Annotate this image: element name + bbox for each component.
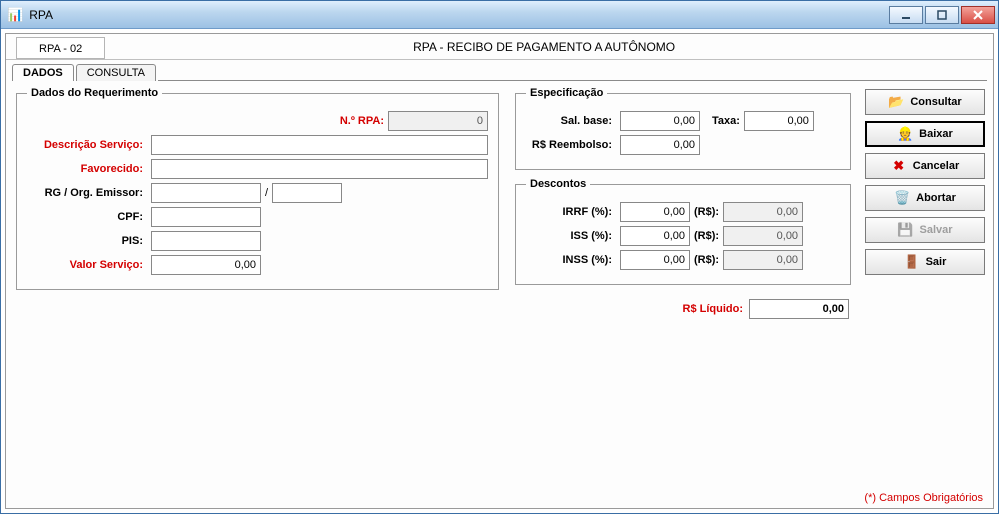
label-pis: PIS: (27, 235, 147, 247)
label-liquido: R$ Líquido: (683, 303, 744, 315)
close-button[interactable] (961, 6, 995, 24)
input-rg[interactable] (151, 183, 261, 203)
save-icon: 💾 (897, 222, 913, 238)
label-favorecido: Favorecido: (27, 163, 147, 175)
input-inss-rs (723, 250, 803, 270)
input-inss-pct[interactable] (620, 250, 690, 270)
label-inss: INSS (%): (526, 254, 616, 266)
label-nrpa: N.º RPA: (340, 115, 384, 127)
baixar-button[interactable]: 👷 Baixar (865, 121, 985, 147)
input-taxa[interactable] (744, 111, 814, 131)
input-emissor[interactable] (272, 183, 342, 203)
legend-descontos: Descontos (526, 178, 590, 190)
input-pis[interactable] (151, 231, 261, 251)
label-descricao: Descrição Serviço: (27, 139, 147, 151)
actions-panel: 📂 Consultar 👷 Baixar ✖ Cancelar 🗑️ Abort… (865, 87, 985, 506)
app-window: 📊 RPA RPA - 02 RPA - RECIBO DE PAGAMENTO… (0, 0, 999, 514)
close-icon (973, 10, 983, 20)
input-cpf[interactable] (151, 207, 261, 227)
input-nrpa (388, 111, 488, 131)
client-area: RPA - 02 RPA - RECIBO DE PAGAMENTO A AUT… (5, 33, 994, 509)
label-inss-rs: (R$): (694, 254, 719, 266)
minimize-icon (901, 10, 911, 20)
label-reembolso: R$ Reembolso: (526, 139, 616, 151)
salvar-label: Salvar (919, 224, 952, 236)
form-content: Dados do Requerimento N.º RPA: Descrição… (6, 81, 993, 508)
fieldset-requerimento: Dados do Requerimento N.º RPA: Descrição… (16, 87, 499, 290)
tabs: DADOS CONSULTA (6, 60, 993, 81)
input-liquido (749, 299, 849, 319)
cancel-icon: ✖ (891, 158, 907, 174)
left-column: Dados do Requerimento N.º RPA: Descrição… (14, 87, 501, 506)
label-rg-sep: / (265, 187, 268, 199)
cancelar-button[interactable]: ✖ Cancelar (865, 153, 985, 179)
consultar-button[interactable]: 📂 Consultar (865, 89, 985, 115)
app-icon: 📊 (7, 7, 23, 23)
abortar-label: Abortar (916, 192, 956, 204)
tab-consulta[interactable]: CONSULTA (76, 64, 156, 81)
label-cpf: CPF: (27, 211, 147, 223)
input-valor[interactable] (151, 255, 261, 275)
abort-icon: 🗑️ (894, 190, 910, 206)
legend-requerimento: Dados do Requerimento (27, 87, 162, 99)
maximize-button[interactable] (925, 6, 959, 24)
baixar-label: Baixar (919, 128, 953, 140)
input-favorecido[interactable] (151, 159, 488, 179)
form-id-tab: RPA - 02 (16, 37, 105, 59)
folder-search-icon: 📂 (888, 94, 904, 110)
titlebar[interactable]: 📊 RPA (1, 1, 998, 29)
tab-dados[interactable]: DADOS (12, 64, 74, 81)
input-reembolso[interactable] (620, 135, 700, 155)
required-fields-note: (*) Campos Obrigatórios (864, 492, 983, 504)
download-icon: 👷 (897, 126, 913, 142)
label-irrf-rs: (R$): (694, 206, 719, 218)
consultar-label: Consultar (910, 96, 961, 108)
label-iss-rs: (R$): (694, 230, 719, 242)
abortar-button[interactable]: 🗑️ Abortar (865, 185, 985, 211)
minimize-button[interactable] (889, 6, 923, 24)
sair-label: Sair (926, 256, 947, 268)
exit-icon: 🚪 (904, 254, 920, 270)
fieldset-descontos: Descontos IRRF (%): (R$): ISS (%): (R$): (515, 178, 851, 285)
input-iss-pct[interactable] (620, 226, 690, 246)
label-rg: RG / Org. Emissor: (27, 187, 147, 199)
input-iss-rs (723, 226, 803, 246)
legend-especificacao: Especificação (526, 87, 607, 99)
maximize-icon (937, 10, 947, 20)
salvar-button: 💾 Salvar (865, 217, 985, 243)
input-irrf-pct[interactable] (620, 202, 690, 222)
label-taxa: Taxa: (712, 115, 740, 127)
label-salbase: Sal. base: (526, 115, 616, 127)
page-title: RPA - RECIBO DE PAGAMENTO A AUTÔNOMO (105, 40, 983, 54)
liquido-row: R$ Líquido: (513, 299, 849, 319)
input-descricao[interactable] (151, 135, 488, 155)
right-column: Especificação Sal. base: Taxa: R$ Reembo… (513, 87, 853, 506)
input-irrf-rs (723, 202, 803, 222)
window-title: RPA (29, 8, 53, 22)
label-iss: ISS (%): (526, 230, 616, 242)
header-strip: RPA - 02 RPA - RECIBO DE PAGAMENTO A AUT… (6, 34, 993, 60)
sair-button[interactable]: 🚪 Sair (865, 249, 985, 275)
cancelar-label: Cancelar (913, 160, 959, 172)
fieldset-especificacao: Especificação Sal. base: Taxa: R$ Reembo… (515, 87, 851, 170)
label-valor: Valor Serviço: (27, 259, 147, 271)
input-salbase[interactable] (620, 111, 700, 131)
label-irrf: IRRF (%): (526, 206, 616, 218)
